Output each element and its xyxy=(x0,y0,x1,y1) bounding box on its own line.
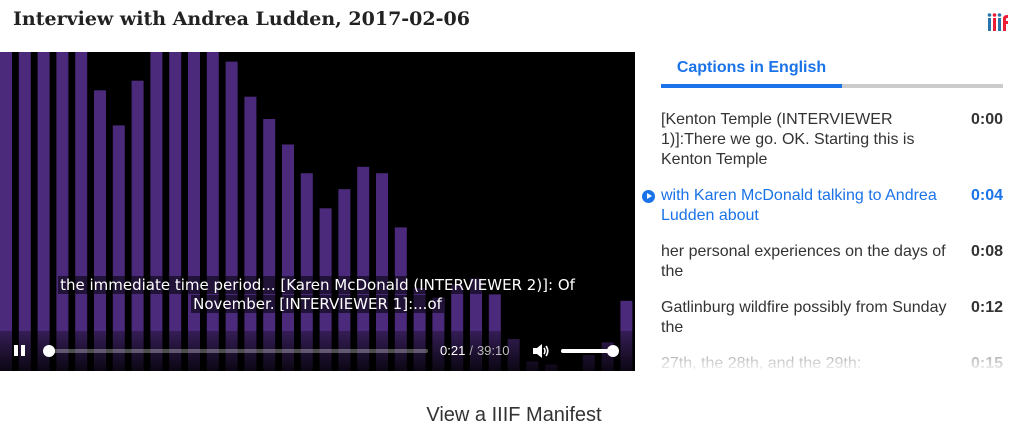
caption-line: November. [INTERVIEWER 1]:...of xyxy=(191,295,444,313)
duration: 39:10 xyxy=(476,343,510,358)
visualizer-bar xyxy=(94,90,106,371)
transcript-cue[interactable]: 27th, the 28th, and the 29th: 0:15 xyxy=(640,354,1008,371)
now-playing-icon xyxy=(642,190,655,203)
visualizer-bar xyxy=(131,80,144,371)
tab-captions-english[interactable]: Captions in English xyxy=(661,52,842,88)
cue-text: Gatlinburg wildfire possibly from Sunday… xyxy=(661,299,947,336)
pause-icon-bar xyxy=(21,345,25,356)
transcript-tabs: Captions in English xyxy=(661,52,1003,88)
volume-fill xyxy=(561,349,613,353)
visualizer-bar xyxy=(225,61,238,371)
cue-timestamp[interactable]: 0:12 xyxy=(971,298,1003,318)
pause-button[interactable] xyxy=(12,343,28,359)
page-title: Interview with Andrea Ludden, 2017-02-06 xyxy=(13,8,470,30)
volume-slider[interactable] xyxy=(561,345,619,357)
time-separator: / xyxy=(469,343,473,358)
view-manifest-link[interactable]: View a IIIF Manifest xyxy=(0,404,1028,427)
current-time: 0:21 xyxy=(440,343,466,358)
audio-visualizer xyxy=(0,52,633,371)
pause-icon xyxy=(14,345,18,356)
cue-text: [Kenton Temple (INTERVIEWER 1)]:There we… xyxy=(661,111,915,168)
progress-bar[interactable] xyxy=(43,345,428,357)
cue-timestamp[interactable]: 0:04 xyxy=(971,186,1003,206)
visualizer-bar xyxy=(0,52,12,371)
volume-thumb[interactable] xyxy=(607,345,619,357)
cue-timestamp[interactable]: 0:15 xyxy=(971,354,1003,371)
cue-text: her personal experiences on the days of … xyxy=(661,243,946,280)
visualizer-bar xyxy=(150,52,163,371)
transcript-cue[interactable]: [Kenton Temple (INTERVIEWER 1)]:There we… xyxy=(640,110,1008,186)
caption-line: the immediate time period... [Karen McDo… xyxy=(58,276,577,294)
time-display: 0:21/39:10 xyxy=(440,343,509,358)
cue-timestamp[interactable]: 0:08 xyxy=(971,242,1003,262)
cue-text: 27th, the 28th, and the 29th: xyxy=(661,355,862,371)
volume-icon[interactable] xyxy=(532,343,550,359)
cue-text: with Karen McDonald talking to Andrea Lu… xyxy=(661,187,937,224)
transcript-cue[interactable]: her personal experiences on the days of … xyxy=(640,242,1008,298)
visualizer-bar xyxy=(244,96,257,371)
visualizer-bar xyxy=(188,52,200,371)
cue-timestamp[interactable]: 0:00 xyxy=(971,110,1003,130)
visualizer-bar xyxy=(56,52,69,371)
transcript-cue[interactable]: with Karen McDonald talking to Andrea Lu… xyxy=(640,186,1008,242)
caption-overlay: the immediate time period... [Karen McDo… xyxy=(30,276,605,314)
progress-thumb[interactable] xyxy=(43,345,56,357)
transcript-list[interactable]: [Kenton Temple (INTERVIEWER 1)]:There we… xyxy=(640,110,1008,371)
visualizer-bar xyxy=(37,52,50,371)
player-controls: 0:21/39:10 xyxy=(0,331,635,371)
iiif-logo-icon[interactable] xyxy=(987,12,1009,32)
visualizer-bar xyxy=(75,52,88,371)
visualizer-bar xyxy=(206,52,219,371)
media-player[interactable]: the immediate time period... [Karen McDo… xyxy=(0,52,635,371)
visualizer-bar xyxy=(169,52,182,371)
transcript-cue[interactable]: Gatlinburg wildfire possibly from Sunday… xyxy=(640,298,1008,354)
visualizer-bar xyxy=(18,52,31,371)
